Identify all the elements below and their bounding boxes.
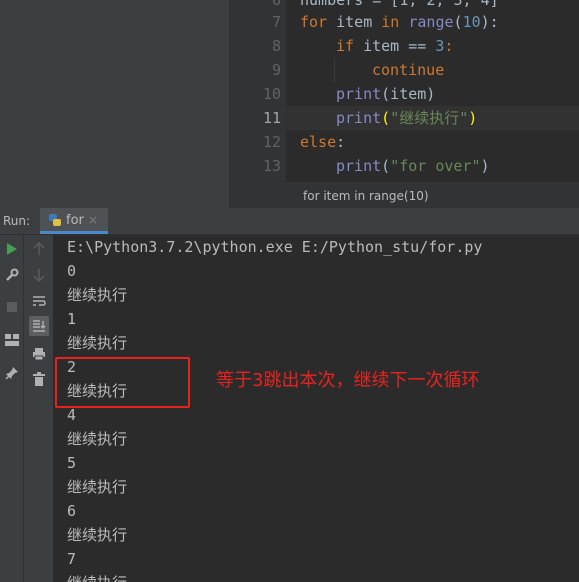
builtin: print: [336, 109, 382, 127]
keyword: else: [300, 133, 337, 151]
line-number-gutter: 6 7 8 9 10 11 12 13: [229, 0, 297, 182]
wrench-icon[interactable]: [3, 266, 21, 284]
pin-icon[interactable]: [3, 364, 21, 382]
console-line: 1: [67, 310, 77, 328]
print-icon[interactable]: [30, 345, 48, 363]
down-arrow-icon[interactable]: [30, 266, 48, 284]
args: (item): [381, 85, 436, 103]
punct: :: [336, 133, 346, 151]
console-output[interactable]: E:\Python3.7.2\python.exe E:/Python_stu/…: [54, 235, 579, 582]
soft-wrap-icon[interactable]: [30, 292, 48, 310]
trash-icon[interactable]: [30, 370, 48, 388]
punct: ): [480, 157, 490, 175]
console-line: 6: [67, 502, 77, 520]
line-number: 7: [271, 13, 281, 31]
punct: ):: [480, 13, 499, 31]
console-line: 5: [67, 454, 77, 472]
number: 10: [462, 13, 481, 31]
console-line: 继续执行: [67, 526, 128, 544]
line-number: 9: [271, 61, 281, 79]
code-line-11: print("继续执行"): [336, 106, 477, 130]
code-line-10: print(item): [336, 82, 435, 106]
keyword: if: [336, 37, 355, 55]
indent-guide: [334, 58, 335, 82]
console-line: 7: [67, 550, 77, 568]
code-line-12: else:: [300, 130, 345, 154]
scroll-to-end-icon[interactable]: [29, 316, 49, 336]
annotation-text: 等于3跳出本次，继续下一次循环: [216, 370, 480, 391]
string: "继续执行": [390, 109, 469, 127]
run-label: Run:: [3, 214, 31, 228]
annotation-highlight-box: [55, 357, 190, 408]
up-arrow-icon[interactable]: [30, 240, 48, 258]
builtin: print: [336, 85, 382, 103]
punct: :: [444, 37, 454, 55]
breadcrumb-label[interactable]: for item in range(10): [303, 189, 429, 203]
keyword: for: [300, 13, 328, 31]
close-icon[interactable]: ×: [88, 213, 98, 227]
code-line-13: print("for over"): [336, 154, 490, 178]
code-line-9: continue: [372, 58, 444, 82]
breadcrumb[interactable]: for item in range(10): [229, 182, 579, 208]
builtin: print: [336, 157, 382, 175]
punct: (: [453, 13, 463, 31]
layout-icon[interactable]: [3, 331, 21, 349]
python-icon: [49, 214, 61, 226]
identifier: item: [327, 13, 382, 31]
run-toolbar-secondary: [24, 235, 54, 582]
project-panel: [0, 0, 229, 208]
console-line: 继续执行: [67, 478, 128, 496]
string: "for over": [390, 157, 481, 175]
line-number: 10: [262, 85, 281, 103]
code-editor[interactable]: numbers = [1, 2, 3, 4] for item in range…: [286, 0, 579, 182]
stop-icon[interactable]: [3, 298, 21, 316]
line-number: 12: [262, 133, 281, 151]
line-number-active: 11: [262, 109, 281, 127]
line-number: 8: [271, 37, 281, 55]
console-line: 0: [67, 262, 77, 280]
punct: (: [381, 157, 391, 175]
run-tab-for[interactable]: for ×: [40, 208, 108, 234]
run-toolbar-primary: [0, 235, 24, 582]
line-number: 13: [262, 157, 281, 175]
run-icon[interactable]: [3, 240, 21, 258]
console-line: 继续执行: [67, 286, 128, 304]
expression: item ==: [354, 37, 436, 55]
keyword: continue: [372, 61, 445, 79]
run-tool-window-header: Run: for ×: [0, 208, 579, 235]
keyword: in: [381, 13, 400, 31]
console-line: 继续执行: [67, 430, 128, 448]
console-line: E:\Python3.7.2\python.exe E:/Python_stu/…: [67, 238, 483, 256]
punct: (: [381, 109, 391, 127]
code-line-8: if item == 3:: [336, 34, 453, 58]
code-line-7: for item in range(10):: [300, 10, 499, 34]
builtin: range: [408, 13, 454, 31]
console-line: 继续执行: [67, 571, 127, 582]
run-tab-label: for: [66, 213, 84, 228]
punct: ): [468, 109, 478, 127]
console-line: 继续执行: [67, 334, 128, 352]
